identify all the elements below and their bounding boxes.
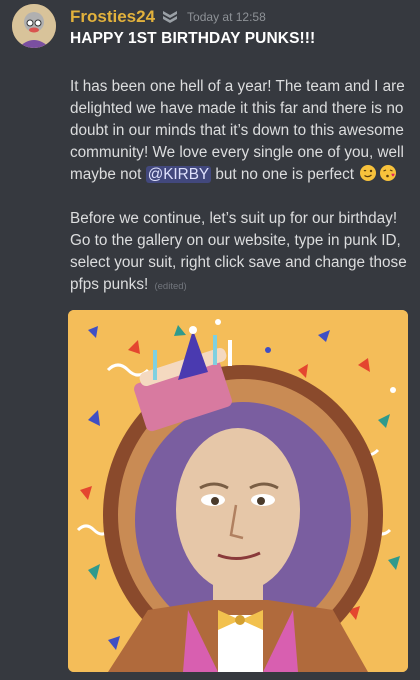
message-timestamp: Today at 12:58 — [187, 10, 266, 24]
edited-label: (edited) — [154, 281, 187, 292]
attached-image[interactable] — [68, 310, 408, 672]
message-header: Frosties24 Today at 12:58 — [70, 6, 266, 28]
chat-message: Frosties24 Today at 12:58 HAPPY 1ST BIRT… — [0, 0, 420, 680]
face-blowing-kiss-emoji-icon — [379, 164, 397, 182]
paragraph-1-end-text: but no one is perfect — [211, 166, 359, 183]
message-paragraph-2: Before we continue, let’s suit up for ou… — [70, 208, 412, 298]
winking-face-emoji-icon — [359, 164, 377, 182]
message-title: HAPPY 1ST BIRTHDAY PUNKS!!! — [70, 30, 316, 47]
paragraph-2-text: Before we continue, let’s suit up for ou… — [70, 210, 407, 293]
user-avatar[interactable] — [12, 4, 56, 48]
message-paragraph-1: It has been one hell of a year! The team… — [70, 76, 412, 186]
chevron-rank-badge-icon — [161, 9, 179, 25]
username[interactable]: Frosties24 — [70, 7, 155, 27]
user-mention[interactable]: @KIRBY — [145, 166, 212, 183]
message-body: It has been one hell of a year! The team… — [70, 76, 412, 320]
